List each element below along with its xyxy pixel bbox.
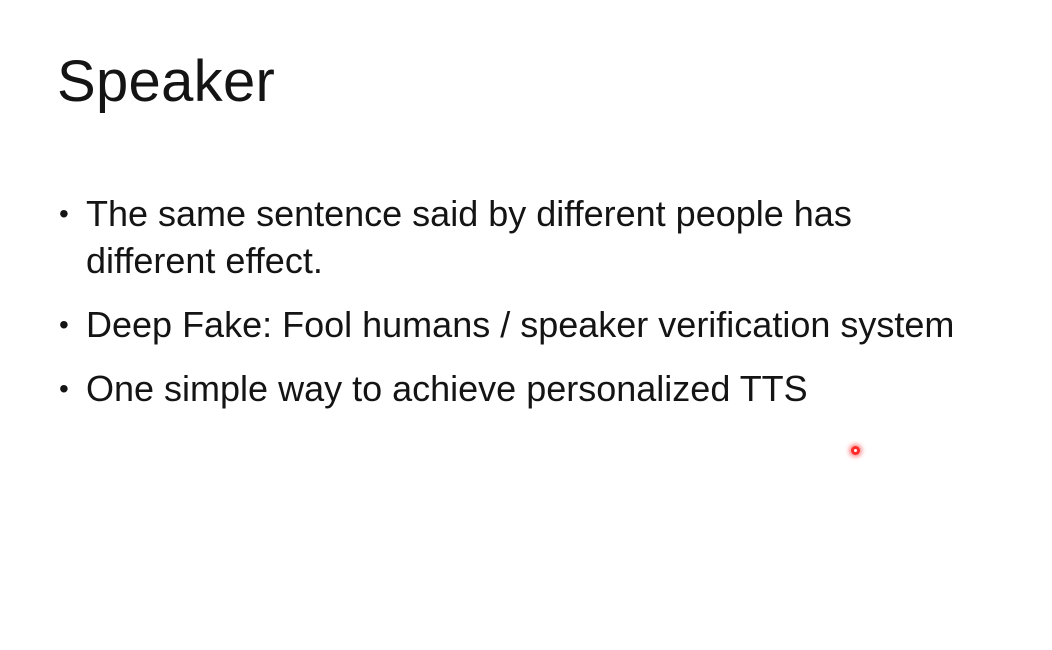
bullet-marker: • (59, 198, 69, 229)
bullet-item: • One simple way to achieve personalized… (57, 365, 987, 412)
bullet-item: • Deep Fake: Fool humans / speaker verif… (57, 301, 987, 348)
slide-title: Speaker (57, 49, 276, 114)
bullet-marker: • (59, 309, 69, 340)
bullet-text: Deep Fake: Fool humans / speaker verific… (86, 304, 955, 345)
bullet-list: • The same sentence said by different pe… (57, 190, 987, 429)
bullet-marker: • (59, 373, 69, 404)
bullet-text: One simple way to achieve personalized T… (86, 368, 808, 409)
laser-pointer-cursor (851, 446, 860, 455)
slide: Speaker • The same sentence said by diff… (0, 0, 1052, 650)
bullet-item: • The same sentence said by different pe… (57, 190, 987, 284)
bullet-text: The same sentence said by different peop… (86, 193, 852, 281)
